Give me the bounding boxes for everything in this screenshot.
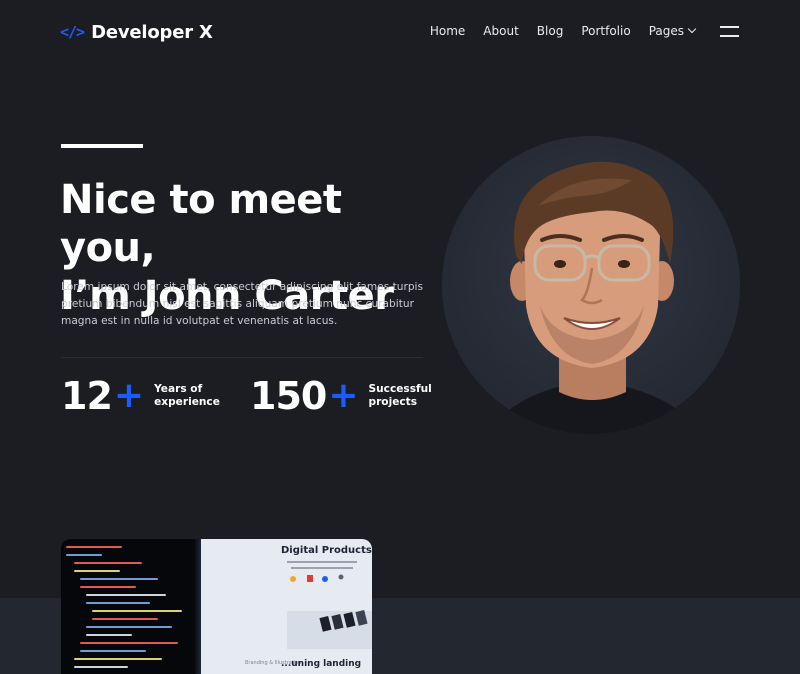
project-card[interactable]: Digital Products Branding & Illustration… [61,539,372,674]
hero-description: Lorem ipsum dolor sit amet, consectetur … [61,281,424,327]
stat-projects: 150 + Successful projects [250,373,439,419]
main-nav: Home About Blog Portfolio Pages [430,24,697,38]
hamburger-line [720,26,739,28]
plus-icon: + [328,374,359,416]
code-brackets-icon: </> [60,23,85,41]
laptop-screen-image: Digital Products Branding & Illustration… [201,539,372,674]
stat-number: 150 [250,374,327,418]
hero-accent-line [61,144,143,148]
code-lines-illustration [66,546,182,668]
chevron-down-icon [687,24,697,34]
profile-portrait-illustration [483,161,703,434]
nav-item-portfolio[interactable]: Portfolio [581,24,630,38]
site-header: </> Developer X Home About Blog Portfoli… [0,0,800,64]
hamburger-icon[interactable] [720,26,739,37]
nav-item-blog[interactable]: Blog [537,24,564,38]
nav-item-home[interactable]: Home [430,24,465,38]
code-screen-image [61,539,211,674]
logo-text: Developer X [91,21,213,43]
nav-item-pages-label: Pages [648,24,684,38]
divider [61,357,423,358]
stat-number: 12 [61,374,113,418]
plus-icon: + [113,374,145,416]
stat-label: Years of experience [154,383,220,408]
project-card-subtitle: ...uning landing [281,659,362,669]
stat-label: Successful projects [368,383,432,408]
nav-item-about[interactable]: About [483,24,518,38]
hero-title-line-1: Nice to meet you, [60,177,342,271]
stat-years: 12 + Years of experience [61,373,224,419]
nav-item-pages[interactable]: Pages [648,24,697,38]
screen-ui-illustration [287,561,372,649]
hamburger-line [720,35,739,37]
profile-photo [442,136,740,434]
logo[interactable]: </> Developer X [60,19,213,45]
